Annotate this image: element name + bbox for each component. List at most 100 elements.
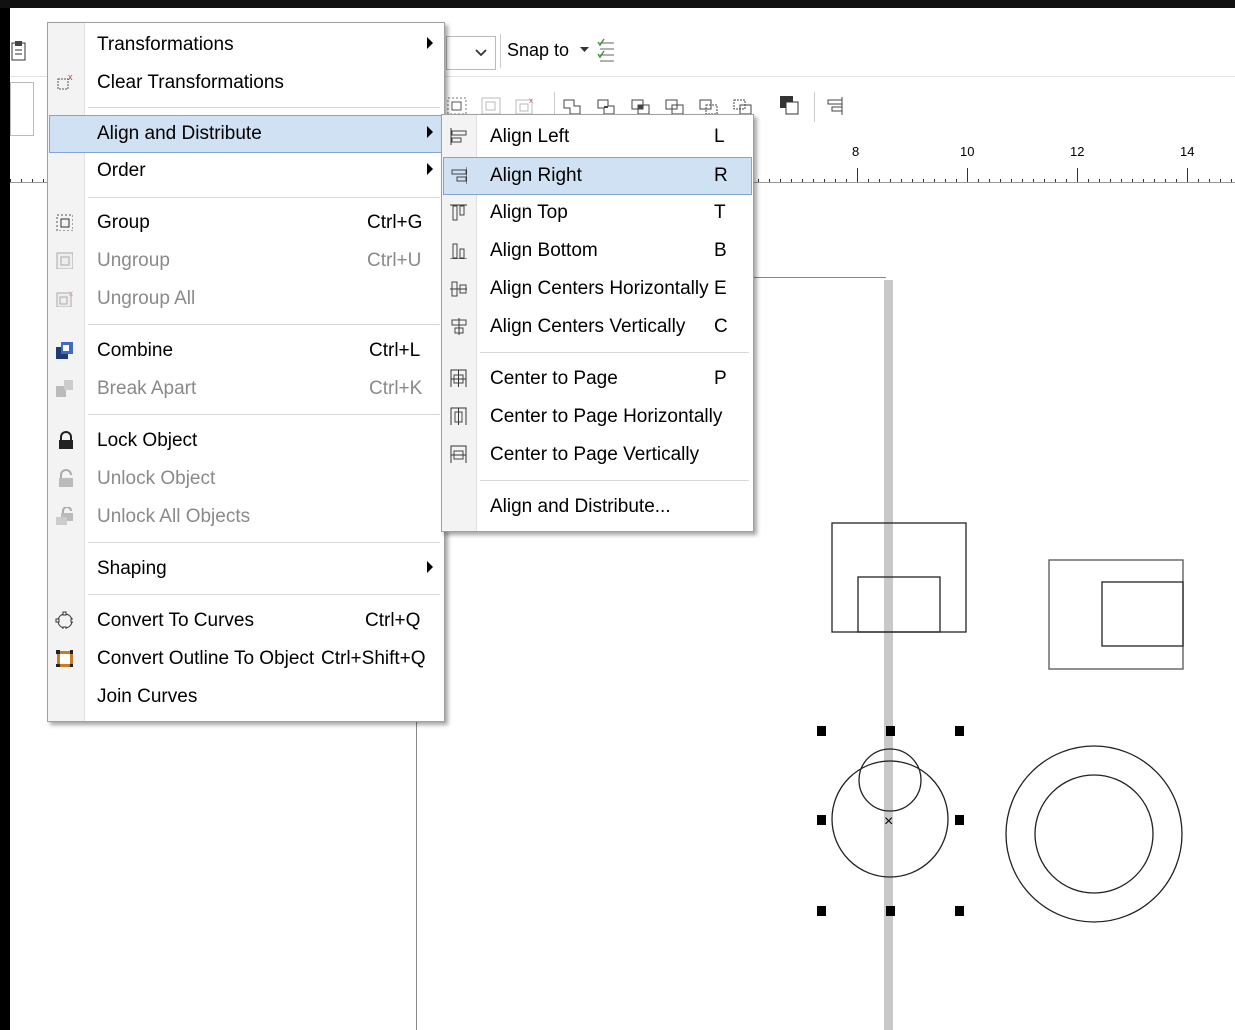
menu-item-shortcut: Ctrl+Q [365, 610, 421, 631]
align-left-icon [450, 128, 467, 145]
center-to-page-icon [450, 369, 467, 387]
menu-item-ungroup-all[interactable]: x Ungroup All [49, 281, 443, 317]
submenu-item-align-bottom[interactable]: Align Bottom B [443, 233, 752, 269]
menu-item-shortcut: Ctrl+Shift+Q [321, 648, 426, 669]
circle-outer-right[interactable] [1005, 745, 1183, 923]
menu-item-group[interactable]: Group Ctrl+G [49, 205, 443, 241]
lock-icon [59, 431, 73, 449]
menu-separator [88, 107, 440, 108]
group-icon [56, 214, 73, 231]
submenu-item-center-to-page[interactable]: Center to Page P [443, 361, 752, 397]
submenu-item-align-top[interactable]: Align Top T [443, 195, 752, 231]
submenu-item-shortcut: R [714, 165, 728, 186]
menu-item-label: Ungroup [97, 250, 170, 271]
menu-item-label: Convert To Curves [97, 610, 254, 631]
menu-item-convert-outline-to-object[interactable]: Convert Outline To Object Ctrl+Shift+Q [49, 641, 443, 677]
menu-item-shortcut: Ctrl+K [369, 378, 423, 399]
rectangle-inner-right[interactable] [1101, 581, 1184, 647]
submenu-item-align-and-distribute-dialog[interactable]: Align and Distribute... [443, 489, 752, 525]
menu-item-label: Ungroup All [97, 288, 196, 309]
submenu-item-label: Align Centers Vertically [490, 316, 686, 337]
align-centers-vertically-icon [451, 318, 467, 335]
selection-handle[interactable] [886, 906, 895, 916]
menu-item-unlock-object[interactable]: Unlock Object [49, 461, 443, 497]
convert-outline-icon [56, 650, 73, 667]
submenu-item-align-right[interactable]: Align Right R [443, 157, 752, 195]
rectangle-inner-left[interactable] [857, 576, 941, 633]
menu-item-unlock-all-objects[interactable]: Unlock All Objects [49, 499, 443, 535]
selection-handle[interactable] [817, 815, 826, 825]
menu-item-label: Join Curves [97, 686, 198, 707]
submenu-separator [480, 352, 749, 353]
submenu-arrow-icon [427, 37, 433, 49]
align-bottom-icon [450, 243, 467, 259]
submenu-item-center-to-page-vertically[interactable]: Center to Page Vertically [443, 437, 752, 473]
align-distribute-submenu: Align Left L Align Right R Align Top T A… [441, 114, 754, 532]
submenu-item-label: Align Left [490, 126, 570, 147]
submenu-arrow-icon [427, 561, 433, 573]
menu-item-ungroup[interactable]: Ungroup Ctrl+U [49, 243, 443, 279]
selection-handle[interactable] [955, 906, 964, 916]
menu-item-transformations[interactable]: Transformations [49, 27, 443, 63]
menu-item-shortcut: Ctrl+G [367, 212, 423, 233]
menu-item-shaping[interactable]: Shaping [49, 551, 443, 587]
menu-item-label: Transformations [97, 34, 234, 55]
selection-handle[interactable] [955, 815, 964, 825]
selection-handle[interactable] [817, 726, 826, 736]
selection-handle[interactable] [817, 906, 826, 916]
align-right-icon [451, 167, 467, 184]
submenu-item-align-centers-horizontally[interactable]: Align Centers Horizontally E [443, 271, 752, 307]
submenu-item-label: Align Centers Horizontally [490, 278, 709, 299]
rectangle-outer-right[interactable] [1048, 559, 1184, 670]
unlock-all-icon [56, 507, 73, 525]
menu-item-align-and-distribute[interactable]: Align and Distribute [49, 115, 443, 153]
submenu-item-center-to-page-horizontally[interactable]: Center to Page Horizontally [443, 399, 752, 435]
menu-separator [88, 324, 440, 325]
menu-item-label: Group [97, 212, 150, 233]
ungroup-all-icon: x [56, 289, 73, 307]
break-apart-icon [56, 380, 73, 397]
submenu-item-label: Align and Distribute... [490, 496, 671, 517]
menu-item-lock-object[interactable]: Lock Object [49, 423, 443, 459]
svg-text:x: x [68, 73, 73, 82]
submenu-item-label: Align Right [490, 165, 582, 186]
combine-icon [56, 342, 73, 359]
menu-item-label: Combine [97, 340, 174, 361]
submenu-separator [480, 480, 749, 481]
selection-handle[interactable] [955, 726, 964, 736]
submenu-item-shortcut: E [714, 278, 727, 299]
menu-item-label: Lock Object [97, 430, 198, 451]
menu-separator [88, 197, 440, 198]
menu-item-label: Convert Outline To Object [97, 648, 315, 669]
selection-handle[interactable] [886, 726, 895, 736]
menu-item-shortcut: Ctrl+U [367, 250, 422, 271]
submenu-item-label: Center to Page [490, 368, 618, 389]
menu-item-label: Order [97, 160, 146, 181]
menu-separator [88, 542, 440, 543]
menu-item-label: Align and Distribute [97, 123, 262, 144]
menu-item-break-apart[interactable]: Break Apart Ctrl+K [49, 371, 443, 407]
center-page-vertically-icon [450, 445, 467, 463]
circle-inner-right[interactable] [1034, 774, 1154, 894]
clear-transformations-icon: x [57, 73, 73, 90]
selection-center-marker[interactable]: × [884, 813, 893, 830]
menu-item-join-curves[interactable]: Join Curves [49, 679, 443, 715]
menu-item-clear-transformations[interactable]: x Clear Transformations [49, 65, 443, 101]
submenu-item-align-left[interactable]: Align Left L [443, 119, 752, 155]
submenu-item-shortcut: C [714, 316, 728, 337]
submenu-item-align-centers-vertically[interactable]: Align Centers Vertically C [443, 309, 752, 345]
submenu-item-shortcut: P [714, 368, 727, 389]
menu-item-label: Unlock All Objects [97, 506, 251, 527]
submenu-item-shortcut: L [714, 126, 725, 147]
menu-separator [88, 414, 440, 415]
circle-inner-left[interactable] [858, 748, 922, 812]
svg-text:x: x [69, 289, 73, 298]
submenu-item-label: Align Bottom [490, 240, 598, 261]
menu-item-convert-to-curves[interactable]: Convert To Curves Ctrl+Q [49, 603, 443, 639]
menu-item-combine[interactable]: Combine Ctrl+L [49, 333, 443, 369]
menu-item-order[interactable]: Order [49, 153, 443, 189]
submenu-item-label: Center to Page Horizontally [490, 406, 723, 427]
submenu-arrow-icon [427, 163, 433, 175]
submenu-item-label: Align Top [490, 202, 568, 223]
submenu-arrow-icon [427, 126, 433, 138]
